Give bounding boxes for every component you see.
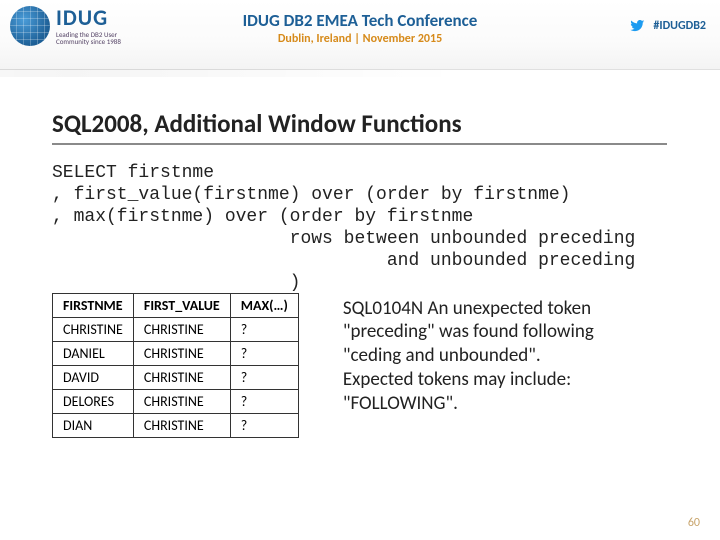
sql-code-block: SELECT firstnme , first_value(firstnme) … — [52, 163, 720, 295]
slide-title: SQL2008, Additional Window Functions — [52, 108, 667, 145]
result-table: FIRSTNME FIRST_VALUE MAX(…) CHRISTINE CH… — [52, 293, 299, 438]
hashtag-block: #IDUGDB2 — [627, 18, 706, 34]
table-header-row: FIRSTNME FIRST_VALUE MAX(…) — [53, 293, 299, 317]
twitter-bird-icon — [627, 18, 647, 34]
table-row: DELORES CHRISTINE ? — [53, 389, 299, 413]
table-row: DAVID CHRISTINE ? — [53, 365, 299, 389]
error-message: SQL0104N An unexpected token "preceding"… — [343, 297, 603, 416]
hashtag-text: #IDUGDB2 — [653, 19, 706, 33]
conference-subtitle: Dublin, Ireland | November 2015 — [0, 32, 720, 46]
page-number: 60 — [688, 516, 700, 530]
lower-content: FIRSTNME FIRST_VALUE MAX(…) CHRISTINE CH… — [52, 293, 720, 438]
table-row: CHRISTINE CHRISTINE ? — [53, 317, 299, 341]
col-first-value: FIRST_VALUE — [133, 293, 230, 317]
table-row: DANIEL CHRISTINE ? — [53, 341, 299, 365]
conference-title: IDUG DB2 EMEA Tech Conference — [0, 10, 720, 31]
slide-header: IDUG Leading the DB2 User Community sinc… — [0, 0, 720, 70]
col-max: MAX(…) — [230, 293, 298, 317]
col-firstnme: FIRSTNME — [53, 293, 134, 317]
table-row: DIAN CHRISTINE ? — [53, 413, 299, 437]
